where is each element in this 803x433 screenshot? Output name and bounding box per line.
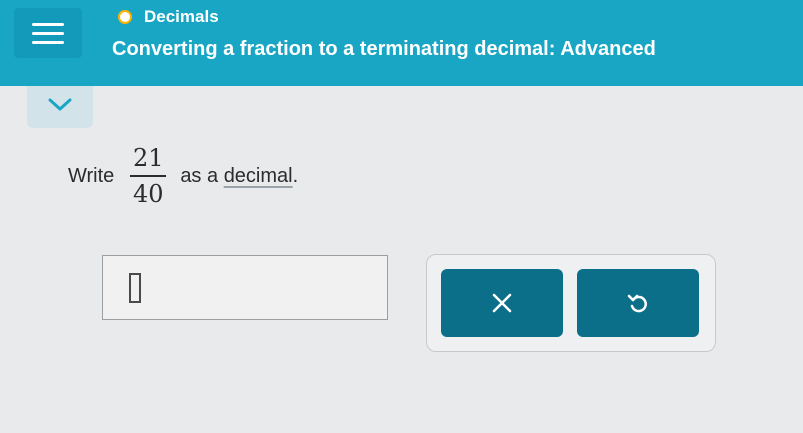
question-connector: as a: [180, 164, 219, 187]
hamburger-menu-icon-bar: [32, 32, 64, 35]
question-end-punctuation: .: [292, 164, 299, 187]
undo-button[interactable]: [577, 269, 699, 337]
topic-label: Decimals: [144, 7, 219, 26]
menu-button[interactable]: [14, 8, 82, 58]
answer-controls-panel: [426, 254, 716, 352]
fraction-denominator: 40: [133, 180, 164, 208]
text-cursor-icon: [129, 273, 141, 303]
glossary-link-decimal[interactable]: decimal: [224, 165, 293, 188]
x-icon: [492, 293, 512, 313]
aleks-question-page: Decimals Converting a fraction to a term…: [0, 0, 803, 433]
fraction: 21 40: [130, 144, 167, 208]
fraction-numerator: 21: [133, 144, 164, 172]
topic-progress-dot-icon: [118, 10, 132, 24]
fraction-bar: [130, 175, 167, 177]
topic-row: Decimals: [118, 6, 219, 28]
answer-input[interactable]: [102, 255, 388, 320]
undo-icon: [627, 294, 647, 313]
lesson-title: Converting a fraction to a terminating d…: [112, 38, 656, 60]
question-text: Write 21 40 as a decimal.: [68, 140, 298, 212]
question-prefix: Write: [68, 164, 115, 187]
clear-button[interactable]: [441, 269, 563, 337]
hamburger-menu-icon-bar: [32, 41, 64, 44]
topic-header: Decimals Converting a fraction to a term…: [0, 0, 803, 86]
collapse-header-button[interactable]: [27, 86, 93, 128]
hamburger-menu-icon: [32, 23, 64, 26]
chevron-down-icon: [48, 98, 72, 111]
